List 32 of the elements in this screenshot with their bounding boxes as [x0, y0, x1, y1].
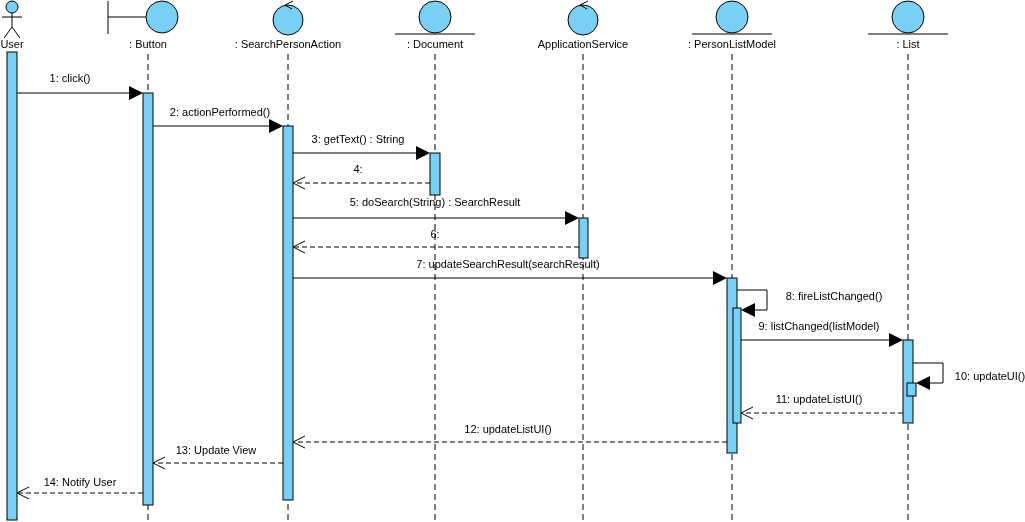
entity-icon — [691, 0, 773, 35]
entity-icon — [394, 0, 476, 35]
message-label: 12: updateListUI() — [464, 423, 552, 435]
message-label: 4: — [353, 163, 363, 175]
message-label: 13: Update View — [175, 444, 257, 456]
lifeline-label: ApplicationService — [537, 38, 629, 50]
message-label: 6: — [430, 228, 440, 240]
message-label: 14: Notify User — [43, 476, 117, 488]
message-label: 2: actionPerformed() — [169, 106, 271, 118]
message-label: 11: updateListUI() — [775, 393, 863, 405]
message-label: 1: click() — [49, 72, 91, 84]
lifeline-label: : PersonListModel — [688, 38, 776, 50]
entity-icon — [867, 0, 949, 35]
actor-icon — [1, 0, 23, 39]
message-label: 7: updateSearchResult(searchResult) — [416, 258, 600, 270]
message-label: 9: listChanged(listModel) — [758, 320, 880, 332]
self-message-arrow — [736, 289, 768, 317]
self-message-arrow — [912, 362, 944, 390]
control-icon — [567, 0, 599, 36]
control-icon — [272, 0, 304, 36]
lifeline-label: : Button — [129, 38, 167, 50]
boundary-icon — [107, 0, 179, 35]
message-label: 10: updateUI() — [954, 370, 1025, 382]
message-label: 3: getText() : String — [311, 133, 405, 145]
activation-bar — [429, 152, 441, 196]
activation-bar — [578, 217, 589, 259]
lifeline-label: : SearchPersonAction — [234, 38, 342, 50]
message-label: 5: doSearch(String) : SearchResult — [349, 196, 521, 208]
lifeline-label: : List — [896, 38, 920, 50]
lifeline-label: : Document — [406, 38, 464, 50]
message-label: 8: fireListChanged() — [785, 290, 883, 302]
lifeline-label: User — [0, 38, 24, 50]
